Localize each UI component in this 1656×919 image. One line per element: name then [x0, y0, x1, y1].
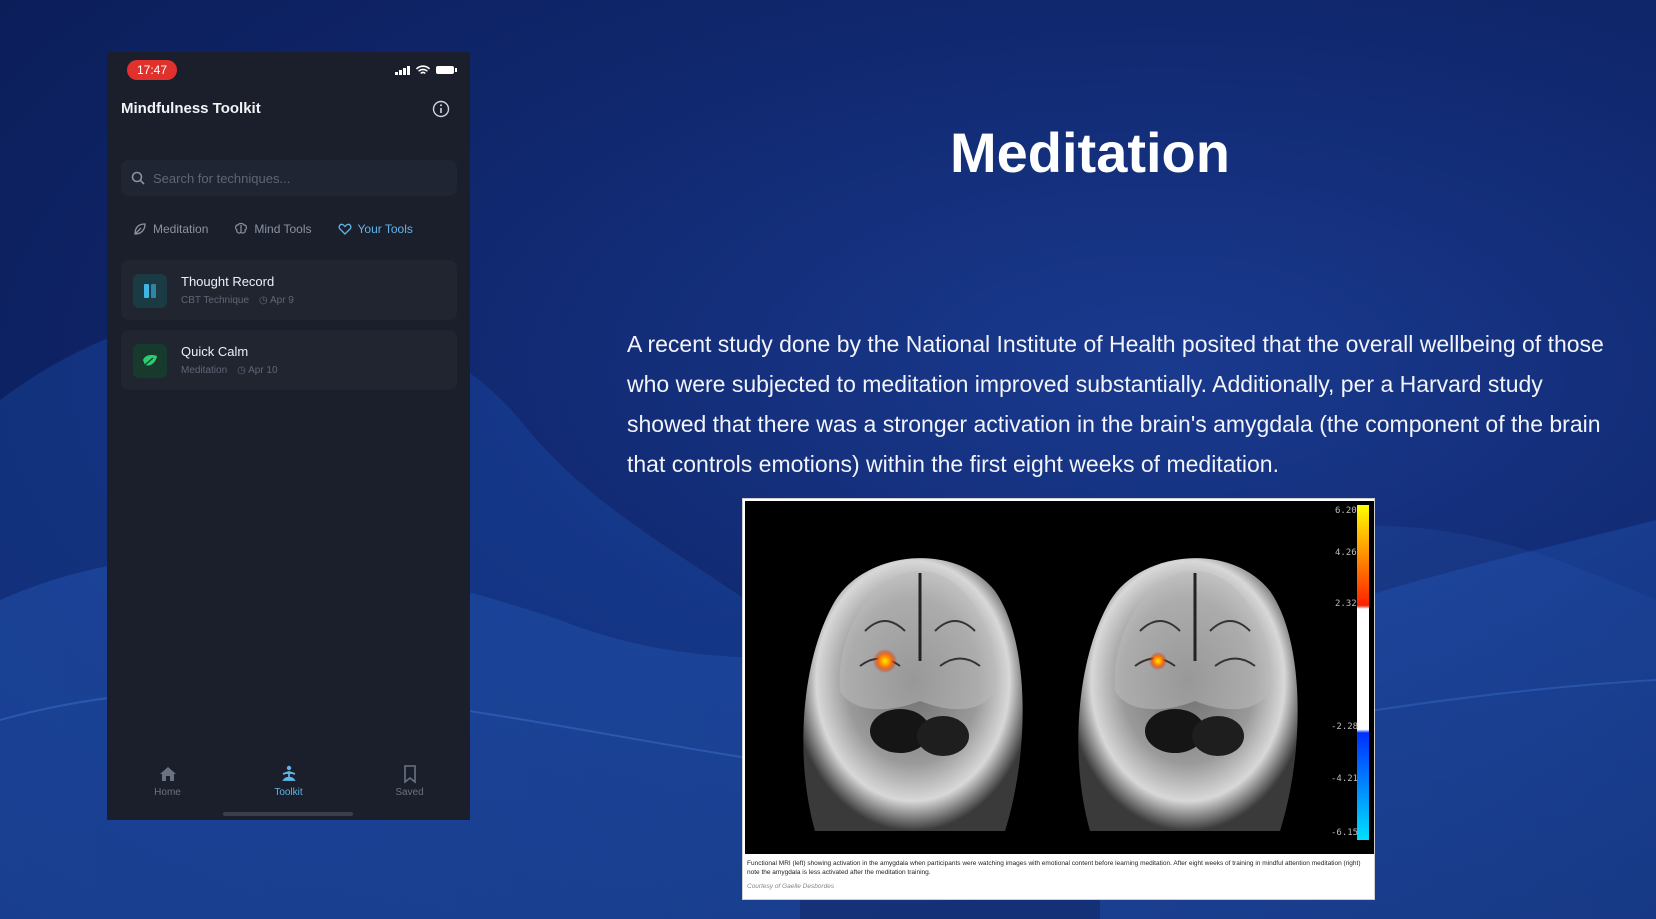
search-bar [121, 160, 457, 196]
card-title: Thought Record [181, 274, 275, 289]
card-category: Meditation [181, 365, 228, 376]
card-date: Apr 10 [237, 365, 277, 376]
card-title: Quick Calm [181, 344, 249, 359]
mri-brain-scan-image: 6.20 4.26 2.32 -2.28 -4.21 -6.15 [745, 501, 1374, 854]
nav-home[interactable]: Home [128, 752, 208, 812]
nav-label: Home [154, 787, 181, 798]
brain-icon [235, 222, 248, 234]
tab-meditation[interactable]: Meditation [133, 222, 208, 236]
tab-label: Your Tools [357, 222, 413, 236]
leaf-outline-icon [134, 223, 146, 235]
tab-label: Meditation [153, 222, 209, 236]
journal-icon [133, 274, 167, 308]
heart-icon [338, 223, 351, 235]
cellular-signal-icon [395, 65, 410, 75]
battery-icon [436, 66, 457, 74]
home-icon [159, 767, 176, 781]
slide-body-text: A recent study done by the National Inst… [627, 331, 1604, 477]
brain-scan-left [803, 558, 1023, 831]
app-title: Mindfulness Toolkit [121, 100, 261, 117]
mri-figure: 6.20 4.26 2.32 -2.28 -4.21 -6.15 Functio… [742, 498, 1375, 900]
nav-saved[interactable]: Saved [370, 752, 450, 812]
card-date: Apr 9 [259, 295, 294, 306]
nav-toolkit[interactable]: Toolkit [249, 752, 329, 812]
nav-label: Toolkit [274, 787, 303, 798]
card-category: CBT Technique [181, 295, 250, 306]
scale-label: 6.20 [1335, 506, 1357, 516]
info-icon[interactable] [432, 100, 450, 118]
category-tabs: Meditation Mind Tools Your Tools [133, 222, 443, 236]
color-scale-bar [1357, 505, 1369, 840]
search-icon [131, 171, 145, 185]
figure-caption: Functional MRI (left) showing activation… [747, 860, 1361, 876]
scale-label: 2.32 [1335, 599, 1357, 609]
bottom-navigation: Home Toolkit Saved [107, 752, 470, 812]
scale-label: 4.26 [1335, 548, 1357, 558]
status-bar: 17:47 [107, 52, 470, 88]
scale-label: -4.21 [1331, 774, 1358, 784]
tab-your-tools[interactable]: Your Tools [338, 222, 413, 236]
wifi-icon [416, 65, 430, 74]
toolkit-icon [281, 765, 296, 781]
slide-title: Meditation [950, 121, 1230, 184]
phone-screen: 17:47 Mindfulness Toolkit Meditation Min… [107, 52, 470, 820]
nav-label: Saved [395, 787, 424, 798]
tab-mind-tools[interactable]: Mind Tools [234, 222, 312, 236]
leaf-icon [133, 344, 167, 378]
search-input[interactable] [153, 170, 443, 186]
scale-label: -2.28 [1331, 722, 1358, 732]
figure-credit: Courtesy of Gaelle Desbordes [747, 883, 835, 890]
tool-card-quick-calm[interactable]: Quick Calm Meditation Apr 10 [121, 330, 457, 390]
status-time: 17:47 [127, 60, 178, 80]
home-indicator[interactable] [223, 812, 353, 816]
tool-card-thought-record[interactable]: Thought Record CBT Technique Apr 9 [121, 260, 457, 320]
scale-label: -6.15 [1331, 828, 1358, 838]
bookmark-icon [403, 765, 416, 784]
brain-scan-right [1078, 558, 1298, 831]
tab-label: Mind Tools [254, 222, 312, 236]
